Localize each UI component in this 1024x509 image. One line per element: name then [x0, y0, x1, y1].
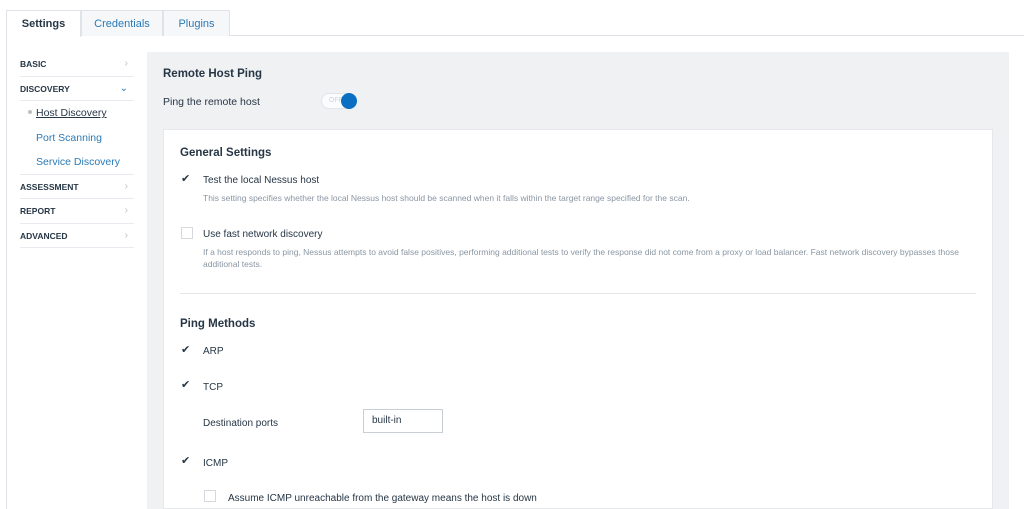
- sidebar-item-label: DISCOVERY: [20, 83, 70, 94]
- ping-remote-host-label: Ping the remote host: [163, 96, 260, 108]
- fast-network-discovery-checkbox[interactable]: [181, 227, 193, 239]
- ping-remote-host-toggle[interactable]: OFF: [321, 93, 357, 109]
- sidebar-item-label: BASIC: [20, 59, 47, 69]
- toggle-knob: [341, 93, 357, 109]
- sidebar-item-service-discovery[interactable]: Service Discovery: [20, 150, 134, 175]
- sidebar-item-label: ASSESSMENT: [20, 181, 79, 192]
- destination-ports-label: Destination ports: [203, 418, 279, 429]
- sidebar-item-basic[interactable]: BASIC ›: [20, 52, 134, 77]
- sidebar-item-label: ADVANCED: [20, 230, 68, 241]
- section-divider: [180, 293, 976, 294]
- tcp-checkbox[interactable]: [181, 378, 193, 393]
- top-tab-bar: Settings Credentials Plugins: [6, 10, 1024, 37]
- icmp-label: ICMP: [203, 458, 228, 469]
- sidebar-item-label: Host Discovery: [36, 107, 107, 119]
- arp-checkbox[interactable]: [181, 343, 193, 358]
- chevron-right-icon: ›: [124, 180, 128, 192]
- fast-network-discovery-label: Use fast network discovery: [203, 229, 323, 240]
- chevron-right-icon: ›: [124, 229, 128, 241]
- left-border: [6, 36, 7, 509]
- sidebar-item-port-scanning[interactable]: Port Scanning: [20, 126, 134, 151]
- sidebar-item-label: Service Discovery: [36, 156, 121, 168]
- tab-settings[interactable]: Settings: [6, 10, 81, 37]
- tcp-label: TCP: [203, 382, 223, 393]
- sidebar-item-report[interactable]: REPORT ›: [20, 199, 134, 224]
- assume-icmp-unreachable-checkbox[interactable]: [204, 490, 216, 502]
- settings-panel: Remote Host Ping Ping the remote host OF…: [147, 52, 1009, 509]
- icmp-checkbox[interactable]: [181, 454, 193, 469]
- ping-settings-card: General Settings Test the local Nessus h…: [163, 129, 993, 509]
- sidebar-item-host-discovery[interactable]: Host Discovery: [20, 101, 134, 126]
- tab-plugins[interactable]: Plugins: [163, 10, 230, 36]
- chevron-down-icon: ⌄: [119, 82, 128, 94]
- sidebar-item-assessment[interactable]: ASSESSMENT ›: [20, 175, 134, 199]
- test-local-host-checkbox[interactable]: [181, 172, 193, 187]
- fast-network-discovery-description: If a host responds to ping, Nessus attem…: [203, 247, 959, 269]
- tab-credentials[interactable]: Credentials: [81, 10, 163, 36]
- test-local-host-description: This setting specifies whether the local…: [203, 193, 690, 203]
- section-title-remote-host-ping: Remote Host Ping: [163, 68, 263, 80]
- sidebar-item-label: REPORT: [20, 206, 56, 216]
- sidebar-item-discovery[interactable]: DISCOVERY ⌄: [20, 77, 134, 101]
- chevron-right-icon: ›: [124, 58, 128, 69]
- arp-label: ARP: [203, 346, 224, 357]
- destination-ports-input[interactable]: built-in: [363, 409, 443, 433]
- test-local-host-label: Test the local Nessus host: [203, 175, 320, 186]
- settings-sidebar: BASIC › DISCOVERY ⌄ Host Discovery Port …: [20, 52, 134, 248]
- assume-icmp-unreachable-label: Assume ICMP unreachable from the gateway…: [228, 493, 537, 504]
- section-title-general-settings: General Settings: [180, 147, 272, 159]
- sidebar-item-advanced[interactable]: ADVANCED ›: [20, 224, 134, 248]
- chevron-right-icon: ›: [124, 205, 128, 216]
- sidebar-item-label: Port Scanning: [36, 131, 102, 144]
- section-title-ping-methods: Ping Methods: [180, 318, 256, 330]
- bullet-icon: [28, 110, 32, 114]
